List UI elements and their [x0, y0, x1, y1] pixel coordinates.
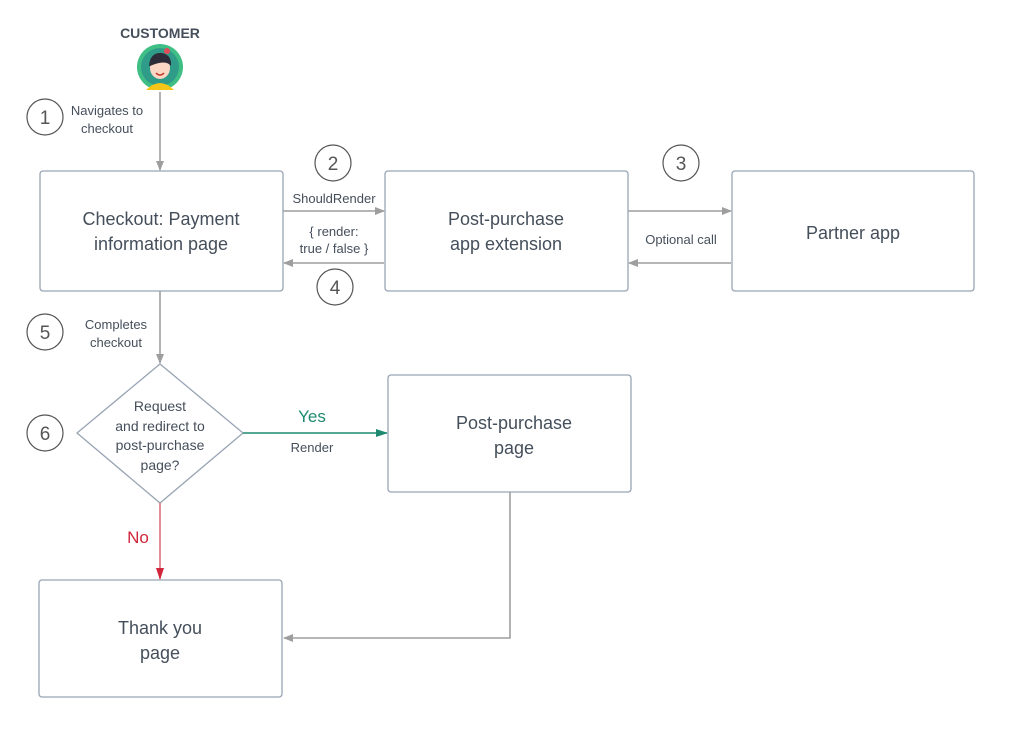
- customer-label: CUSTOMER: [120, 25, 200, 41]
- checkout-node-label: Checkout: Payment: [82, 209, 239, 229]
- no-label: No: [127, 528, 149, 547]
- post-purchase-page-node[interactable]: [387, 374, 632, 493]
- checkout-payment-node[interactable]: [39, 170, 284, 292]
- decision-label: Request: [134, 398, 186, 414]
- step-1-number: 1: [40, 108, 51, 129]
- step-5-number: 5: [40, 323, 51, 344]
- checkout-node-label: information page: [94, 234, 228, 254]
- completes-label: Completes: [85, 317, 148, 332]
- yes-label: Yes: [298, 407, 326, 426]
- render-response-label: { render:: [309, 224, 358, 239]
- arrow-to-thank-you: [283, 492, 511, 642]
- decision-label: and redirect to: [115, 418, 205, 434]
- completes-label: checkout: [90, 335, 142, 350]
- step-2-number: 2: [328, 154, 339, 175]
- should-render-label: ShouldRender: [292, 191, 376, 206]
- step-4-number: 4: [330, 278, 341, 299]
- navigates-label: checkout: [81, 121, 133, 136]
- decision-label: page?: [141, 457, 180, 473]
- optional-call-label: Optional call: [645, 232, 717, 247]
- extension-node-label: app extension: [450, 234, 562, 254]
- post-purchase-page-label: page: [494, 438, 534, 458]
- post-purchase-page-label: Post-purchase: [456, 413, 572, 433]
- step-6-number: 6: [40, 424, 51, 445]
- thank-you-page-node[interactable]: [38, 579, 283, 698]
- render-response-label: true / false }: [300, 241, 369, 256]
- step-3-number: 3: [676, 154, 687, 175]
- thank-you-label: Thank you: [118, 618, 202, 638]
- navigates-label: Navigates to: [71, 103, 143, 118]
- partner-node-label: Partner app: [806, 223, 900, 243]
- customer-avatar-icon: [137, 44, 183, 90]
- flow-diagram: CUSTOMER 1 Navigates to checkout Checkou…: [26, 25, 975, 698]
- extension-node-label: Post-purchase: [448, 209, 564, 229]
- render-label: Render: [291, 440, 334, 455]
- decision-label: post-purchase: [116, 437, 205, 453]
- post-purchase-extension-node[interactable]: [384, 170, 629, 292]
- thank-you-label: page: [140, 643, 180, 663]
